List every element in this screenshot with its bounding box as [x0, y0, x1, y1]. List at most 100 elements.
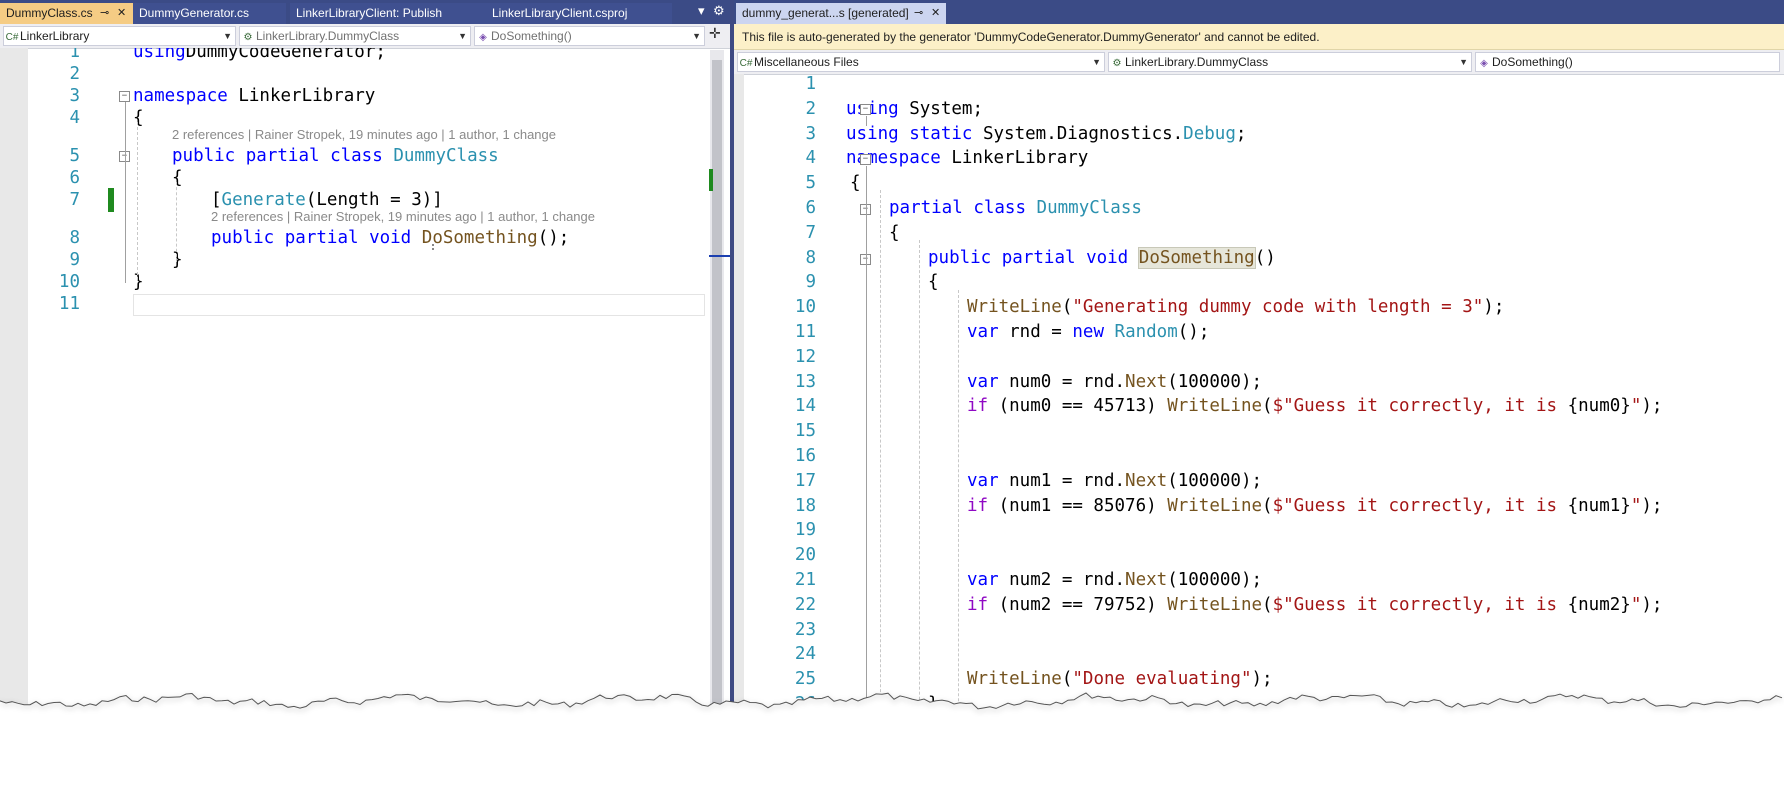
line-number: 11	[58, 294, 80, 314]
code-line[interactable]: 12	[734, 345, 1784, 370]
code-line[interactable]: 23	[734, 618, 1784, 643]
line-number: 10	[794, 297, 816, 318]
type-combo[interactable]: ⚙ LinkerLibrary.DummyClass ▼	[1108, 52, 1472, 72]
tab-csproj[interactable]: LinkerLibraryClient.csproj	[486, 3, 672, 24]
line-number: 18	[794, 495, 816, 516]
code-line[interactable]: 20	[734, 543, 1784, 568]
code-line[interactable]: 17 var num1 = rnd.Next(100000);	[734, 469, 1784, 494]
left-tabstrip: DummyClass.cs ⊸ ✕ DummyGenerator.cs Link…	[0, 0, 730, 24]
type-combo[interactable]: ⚙ LinkerLibrary.DummyClass ▼	[239, 26, 471, 46]
line-number: 25	[794, 669, 816, 690]
fold-region-line[interactable]	[125, 102, 126, 283]
tab-publish[interactable]: LinkerLibraryClient: Publish	[290, 3, 486, 24]
code-line[interactable]: 2 using System;	[734, 97, 1784, 122]
codelens-annotation[interactable]: 2 references | Rainer Stropek, 19 minute…	[172, 127, 556, 142]
code-line[interactable]: 1	[734, 74, 1784, 97]
code-line[interactable]: 5{	[734, 171, 1784, 196]
line-number: 14	[794, 396, 816, 417]
code-text: {	[850, 173, 861, 194]
code-line[interactable]: 14 if (num0 == 45713) WriteLine($"Guess i…	[734, 394, 1784, 419]
code-text: WriteLine("Done evaluating");	[967, 669, 1273, 690]
indent-guide	[958, 290, 959, 756]
code-text: using static System.Diagnostics.Debug;	[846, 123, 1247, 144]
line-number: 5	[805, 173, 816, 194]
line-number: 7	[69, 190, 80, 210]
pin-icon[interactable]: ⊸	[914, 3, 923, 24]
code-line[interactable]: 11 var rnd = new Random();	[734, 320, 1784, 345]
suggestion-dots	[432, 244, 434, 250]
code-line[interactable]: 3 using static System.Diagnostics.Debug;	[734, 122, 1784, 147]
member-combo-label: DoSomething()	[1492, 55, 1573, 69]
generated-file-info-bar: This file is auto-generated by the gener…	[734, 24, 1784, 50]
class-icon: ⚙	[1112, 58, 1122, 69]
line-number: 24	[794, 644, 816, 665]
project-combo[interactable]: C# LinkerLibrary ▼	[3, 26, 236, 46]
code-text: if (num2 == 79752) WriteLine($"Guess it …	[967, 594, 1663, 615]
tab-dummygenerator[interactable]: DummyGenerator.cs	[133, 3, 286, 24]
fold-toggle-using[interactable]: −	[860, 104, 871, 115]
member-combo[interactable]: ◈ DoSomething() ▼	[474, 26, 705, 46]
line-number: 8	[805, 247, 816, 268]
project-combo-label: Miscellaneous Files	[754, 55, 859, 69]
code-text: public partial void DoSomething()	[928, 246, 1276, 269]
code-line[interactable]: 25 WriteLine("Done evaluating");	[734, 667, 1784, 692]
code-line[interactable]: 18 if (num1 == 85076) WriteLine($"Guess i…	[734, 494, 1784, 519]
tab-dummyclass[interactable]: DummyClass.cs ⊸ ✕	[0, 3, 133, 24]
tab-generated-file[interactable]: dummy_generat...s [generated] ⊸ ✕	[736, 3, 946, 24]
code-line[interactable]: 24	[734, 642, 1784, 667]
code-line[interactable]: 9{	[734, 270, 1784, 295]
code-line[interactable]: 21 var num2 = rnd.Next(100000);	[734, 568, 1784, 593]
split-window-icon[interactable]: ✛	[709, 26, 721, 42]
type-combo-label: LinkerLibrary.DummyClass	[1125, 55, 1269, 69]
code-text: {	[133, 108, 144, 128]
torn-edge-decoration	[0, 692, 1784, 810]
chevron-down-icon: ▼	[1092, 57, 1101, 67]
code-line[interactable]: 7{	[734, 221, 1784, 246]
code-line[interactable]: 19	[734, 518, 1784, 543]
code-text: var rnd = new Random();	[967, 322, 1210, 342]
dropdown-icon[interactable]: ▾	[698, 3, 705, 21]
member-combo[interactable]: ◈ DoSomething()	[1475, 52, 1780, 72]
line-number: 12	[794, 346, 816, 367]
close-icon[interactable]: ✕	[117, 3, 126, 24]
code-text: if (num0 == 45713) WriteLine($"Guess it …	[967, 396, 1663, 417]
line-number: 16	[794, 446, 816, 466]
codelens-annotation[interactable]: 2 references | Rainer Stropek, 19 minute…	[211, 209, 595, 224]
line-number: 1	[805, 74, 816, 94]
code-line[interactable]: 16	[734, 444, 1784, 469]
code-line[interactable]: 22 if (num2 == 79752) WriteLine($"Guess i…	[734, 593, 1784, 618]
right-navigation-bar: C# Miscellaneous Files ▼ ⚙ LinkerLibrary.D…	[734, 50, 1784, 75]
gear-icon[interactable]: ⚙	[713, 3, 725, 21]
code-line[interactable]: 4 namespace LinkerLibrary	[734, 146, 1784, 171]
fold-toggle-namespace[interactable]: −	[119, 91, 130, 102]
fold-toggle-namespace[interactable]: −	[860, 154, 871, 165]
type-combo-label: LinkerLibrary.DummyClass	[256, 29, 400, 43]
close-icon[interactable]: ✕	[931, 3, 940, 24]
left-scroll-thumb[interactable]	[712, 60, 722, 770]
pin-icon[interactable]: ⊸	[100, 3, 109, 24]
code-line[interactable]: 8 public partial void DoSomething()	[734, 246, 1784, 271]
fold-region-line[interactable]	[866, 116, 867, 126]
chevron-down-icon: ▼	[458, 31, 467, 41]
tab-label: LinkerLibraryClient.csproj	[492, 6, 628, 20]
tab-label: DummyClass.cs	[6, 6, 93, 20]
code-line[interactable]: 15	[734, 419, 1784, 444]
code-text: if (num1 == 85076) WriteLine($"Guess it …	[967, 495, 1663, 516]
code-text: {	[889, 222, 900, 243]
right-editor-pane: dummy_generat...s [generated] ⊸ ✕ This f…	[734, 0, 1784, 810]
line-number: 7	[805, 222, 816, 243]
project-combo-label: LinkerLibrary	[20, 29, 90, 43]
code-line[interactable]: 6 partial class DummyClass	[734, 196, 1784, 221]
code-text: var num1 = rnd.Next(100000);	[967, 470, 1263, 491]
project-combo[interactable]: C# Miscellaneous Files ▼	[737, 52, 1105, 72]
line-number: 17	[794, 470, 816, 491]
code-line[interactable]: 10 WriteLine("Generating dummy code with …	[734, 295, 1784, 320]
code-text: {	[928, 272, 939, 293]
line-number: 3	[805, 123, 816, 144]
line-number: 20	[794, 545, 816, 566]
code-line[interactable]: 13 var num0 = rnd.Next(100000);	[734, 370, 1784, 395]
code-text: var num2 = rnd.Next(100000);	[967, 570, 1263, 590]
change-marker	[108, 188, 114, 212]
line-number: 2	[805, 98, 816, 119]
line-number: 23	[794, 619, 816, 640]
